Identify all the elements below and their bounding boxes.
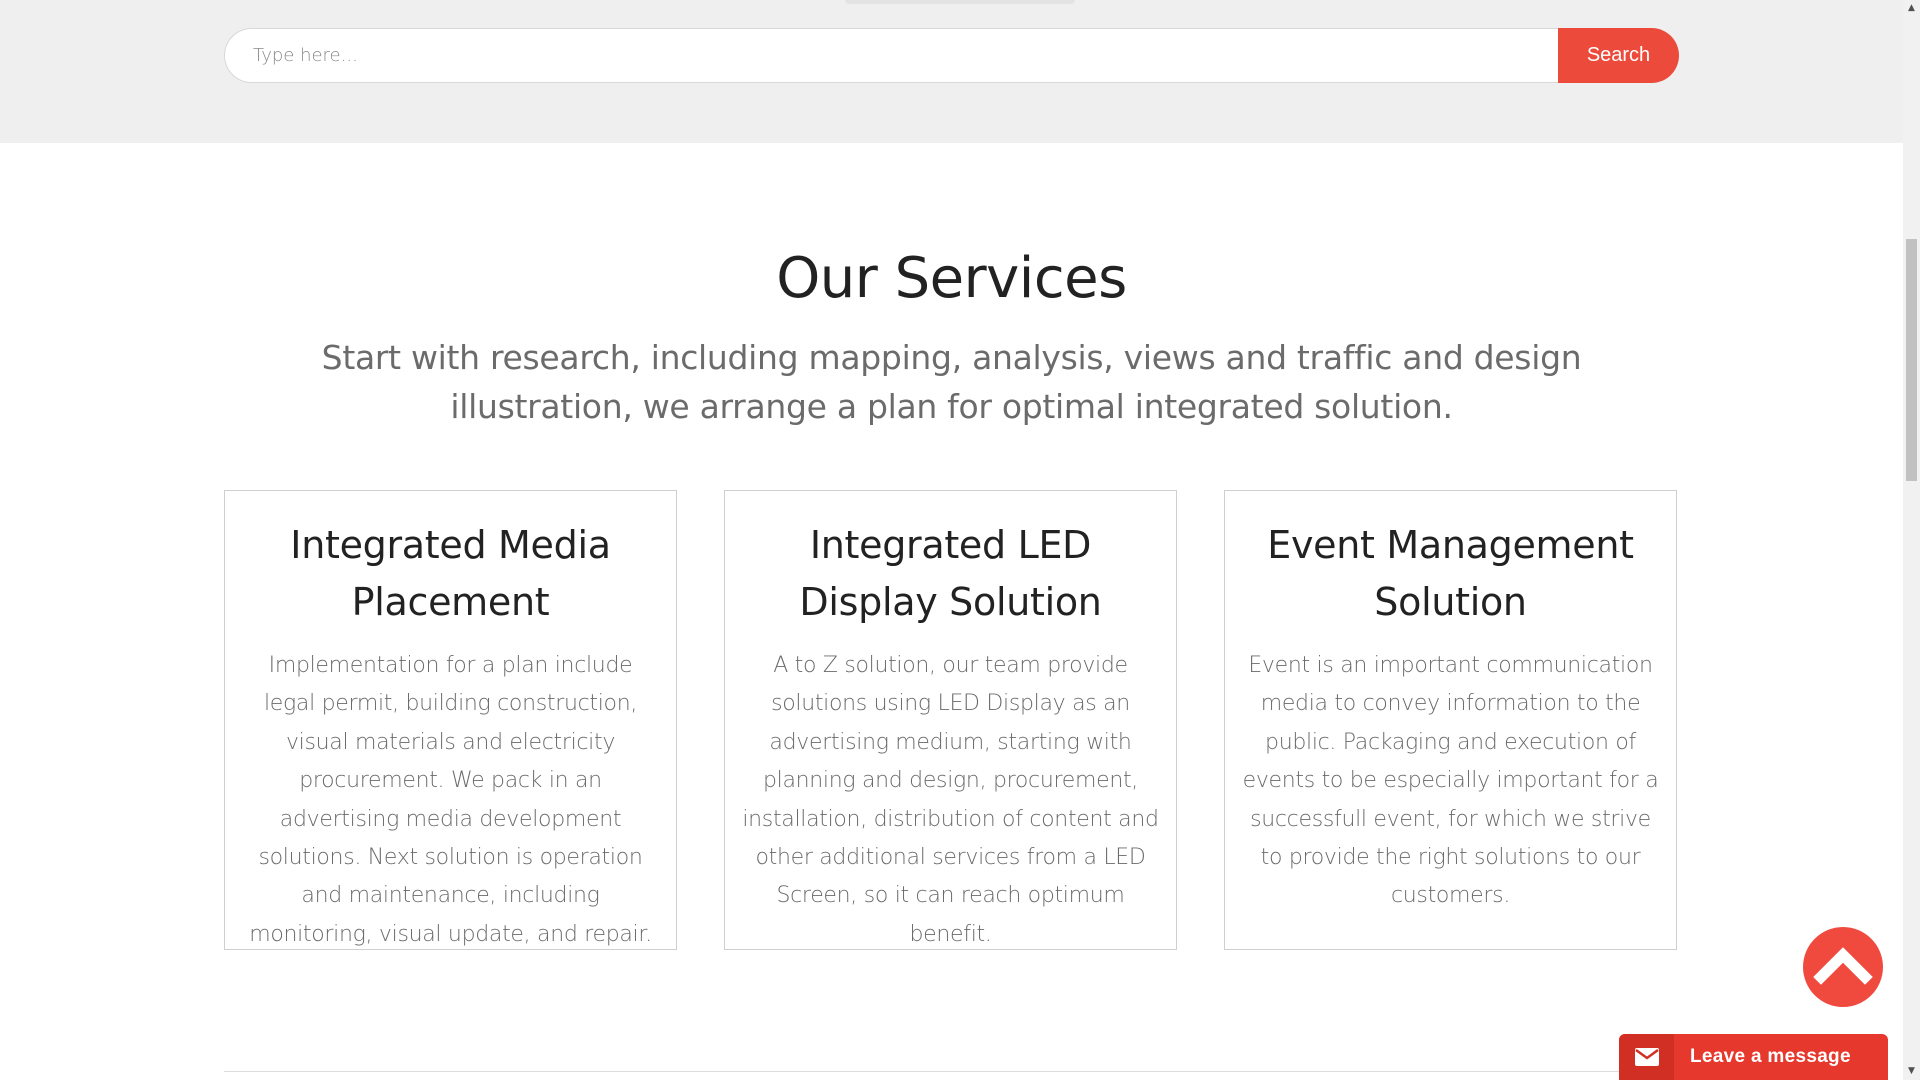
mail-icon	[1635, 1048, 1659, 1066]
page-scrollbar[interactable]: ▲ ▼	[1903, 0, 1920, 1080]
mail-icon-box	[1619, 1034, 1674, 1080]
search-form: Search	[224, 28, 1679, 83]
services-subtitle: Start with research, including mapping, …	[321, 338, 1582, 426]
scroll-up-arrow-icon[interactable]: ▲	[1903, 0, 1920, 17]
search-input[interactable]	[224, 28, 1558, 83]
service-card-title: Event Management Solution	[1267, 523, 1634, 624]
section-divider	[224, 1071, 1679, 1072]
service-card-description: A to Z solution, our team provide soluti…	[742, 653, 1159, 947]
search-button[interactable]: Search	[1558, 28, 1679, 83]
header-shadow-tab	[845, 0, 1075, 4]
leave-message-widget[interactable]: Leave a message	[1619, 1034, 1888, 1080]
page: Search Our Services Start with research,…	[0, 0, 1920, 1080]
service-card-media-placement: Integrated Media Placement Implementatio…	[224, 490, 677, 950]
service-card-led-display: Integrated LED Display Solution A to Z s…	[724, 490, 1177, 950]
search-section: Search	[0, 0, 1903, 143]
chevron-up-icon	[1813, 947, 1873, 985]
service-card-description: Event is an important communication medi…	[1242, 653, 1659, 909]
leave-message-label: Leave a message	[1690, 1046, 1851, 1067]
scroll-to-top-button[interactable]	[1803, 927, 1883, 1007]
service-card-description: Implementation for a plan include legal …	[249, 653, 652, 947]
scroll-down-arrow-icon[interactable]: ▼	[1903, 1063, 1920, 1080]
service-card-title: Integrated LED Display Solution	[799, 523, 1102, 624]
service-card-title: Integrated Media Placement	[290, 523, 611, 624]
service-card-event-management: Event Management Solution Event is an im…	[1224, 490, 1677, 950]
scrollbar-thumb[interactable]	[1906, 239, 1917, 481]
services-title: Our Services	[776, 246, 1127, 311]
